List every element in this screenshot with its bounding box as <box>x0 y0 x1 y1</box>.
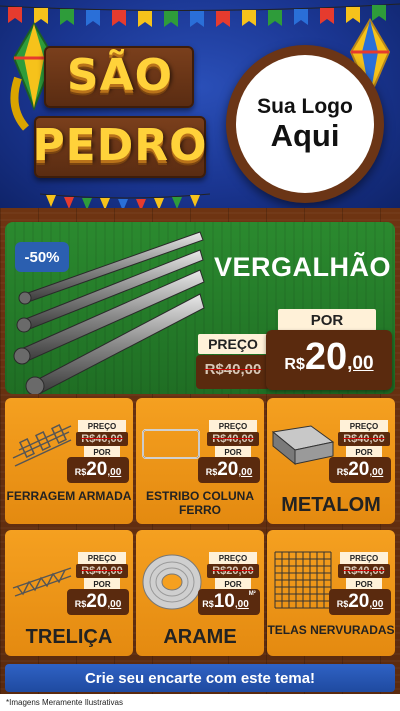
price-decimal: ,00 <box>234 599 249 610</box>
mini-new-price: R$20,00 <box>67 591 129 613</box>
logo-text-line-2: Aqui <box>270 117 340 153</box>
product-name: TELAS NERVURADAS <box>267 623 395 637</box>
stirrup-icon <box>142 429 200 459</box>
mini-old-price: R$40,00 <box>81 433 123 445</box>
price-unit: M² <box>248 591 256 597</box>
product-card: PREÇO R$40,00 POR R$20,00 METALOM <box>267 398 395 524</box>
hero-price-label: PREÇO <box>198 334 268 354</box>
mini-old-price: R$40,00 <box>343 433 385 445</box>
product-card: PREÇO R$40,00 POR R$20,00 TELAS NERVURAD… <box>267 530 395 656</box>
mini-price-label: PREÇO <box>78 420 126 432</box>
mini-old-price: R$20,00 <box>212 565 254 577</box>
price-integer: 20 <box>217 459 239 480</box>
mini-old-price: R$40,00 <box>81 565 123 577</box>
price-integer: 20 <box>86 591 108 612</box>
mini-price-label: PREÇO <box>340 552 388 564</box>
mini-price-label: PREÇO <box>78 552 126 564</box>
logo-placeholder: Sua Logo Aqui <box>226 45 384 203</box>
mini-new-price: R$10,00 M² <box>198 591 260 613</box>
mini-old-price: R$40,00 <box>212 433 254 445</box>
truss-icon <box>12 567 72 597</box>
product-name: FERRAGEM ARMADA <box>6 489 132 503</box>
product-card: PREÇO R$40,00 POR R$20,00 TRELIÇA <box>5 530 133 656</box>
price-decimal: ,00 <box>238 467 253 478</box>
product-card: PREÇO R$40,00 POR R$20,00 ESTRIBO COLUNA… <box>136 398 264 524</box>
product-name: ESTRIBO COLUNA FERRO <box>146 489 254 517</box>
price-decimal: ,00 <box>369 467 384 478</box>
mini-new-price: R$20,00 <box>329 591 391 613</box>
price-currency: R$ <box>202 599 214 609</box>
product-card: PREÇO R$40,00 POR R$20,00 FERRAGEM ARMAD… <box>5 398 133 524</box>
wire-coil-icon <box>142 554 202 610</box>
price-integer: 20 <box>86 459 108 480</box>
disclaimer-text: *Imagens Meramente Ilustrativas <box>0 694 400 711</box>
price-currency: R$ <box>336 467 349 477</box>
wire-mesh-icon <box>274 551 332 609</box>
title-sign: SÃO PEDRO <box>30 46 210 196</box>
mini-new-price: R$20,00 <box>198 459 260 481</box>
price-currency: R$ <box>74 599 87 609</box>
hero-por-label: POR <box>278 309 376 331</box>
mini-price-label: PREÇO <box>340 420 388 432</box>
hero-price-integer: 20 <box>304 336 348 378</box>
price-decimal: ,00 <box>107 599 122 610</box>
price-currency: R$ <box>336 599 349 609</box>
price-currency: R$ <box>205 467 218 477</box>
discount-badge: -50% <box>15 242 69 272</box>
logo-text-line-1: Sua Logo <box>257 94 353 118</box>
hero-price-decimal: ,00 <box>347 353 374 374</box>
logo-inner-circle: Sua Logo Aqui <box>236 55 374 193</box>
price-decimal: ,00 <box>107 467 122 478</box>
metal-profile-icon <box>271 425 335 466</box>
hero-new-price: R$20,00 <box>266 336 392 379</box>
price-decimal: ,00 <box>369 599 384 610</box>
hero-old-price: R$40,00 <box>204 361 262 378</box>
mini-new-price: R$20,00 <box>67 459 129 481</box>
mini-price-label: PREÇO <box>209 420 257 432</box>
hero-price-currency: R$ <box>284 356 305 373</box>
title-line-1: SÃO <box>66 50 174 101</box>
header-banner: SÃO PEDRO Sua Logo Aqui <box>0 0 400 218</box>
price-integer: 10 <box>213 591 235 612</box>
mini-new-price: R$20,00 <box>329 459 391 481</box>
product-name: METALOM <box>281 494 381 516</box>
cta-banner[interactable]: Crie seu encarte com este tema! <box>5 664 395 692</box>
price-integer: 20 <box>348 591 370 612</box>
title-line-2: PEDRO <box>32 120 208 171</box>
product-card: PREÇO R$20,00 POR R$10,00M² ARAME <box>136 530 264 656</box>
mini-old-price: R$40,00 <box>343 565 385 577</box>
hero-product-name: VERGALHÃO <box>213 252 391 282</box>
product-name: ARAME <box>163 626 237 648</box>
price-currency: R$ <box>74 467 87 477</box>
rebar-cage-icon <box>12 424 72 467</box>
price-integer: 20 <box>348 459 370 480</box>
mini-price-label: PREÇO <box>209 552 257 564</box>
product-name: TRELIÇA <box>25 626 113 648</box>
